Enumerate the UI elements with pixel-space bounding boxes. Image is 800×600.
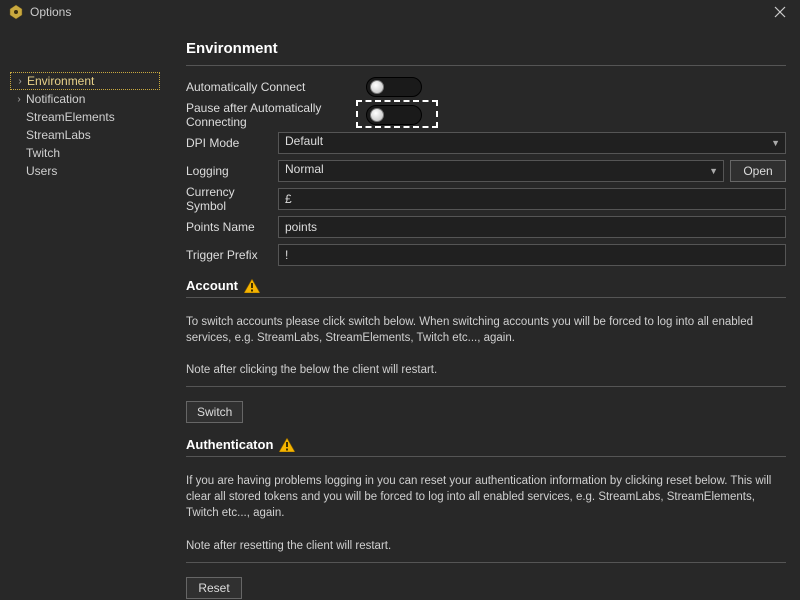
sidebar-item-label: Users (24, 164, 57, 178)
window-title: Options (30, 5, 768, 19)
points-name-label: Points Name (186, 220, 278, 234)
page-title: Environment (186, 40, 786, 57)
sidebar-item-environment[interactable]: ›Environment (10, 72, 160, 90)
chevron-right-icon: › (15, 76, 25, 87)
divider (186, 65, 786, 66)
sidebar-item-label: Environment (25, 74, 94, 88)
dpi-mode-label: DPI Mode (186, 136, 278, 150)
auto-connect-label: Automatically Connect (186, 80, 366, 94)
sidebar-item-users[interactable]: ›Users (10, 162, 160, 180)
reset-auth-button[interactable]: Reset (186, 577, 242, 599)
logging-select[interactable]: Normal (278, 160, 724, 182)
sidebar: ›Environment›Notification›StreamElements… (0, 24, 170, 600)
sidebar-item-label: StreamElements (24, 110, 115, 124)
warning-icon (244, 279, 260, 293)
switch-account-button[interactable]: Switch (186, 401, 243, 423)
trigger-prefix-input[interactable] (278, 244, 786, 266)
trigger-prefix-label: Trigger Prefix (186, 248, 278, 262)
currency-input[interactable] (278, 188, 786, 210)
sidebar-item-streamelements[interactable]: ›StreamElements (10, 108, 160, 126)
sidebar-item-label: Twitch (24, 146, 60, 160)
account-text-1: To switch accounts please click switch b… (186, 314, 786, 346)
account-text-2: Note after clicking the below the client… (186, 362, 786, 378)
open-logs-button[interactable]: Open (730, 160, 786, 182)
auth-text-1: If you are having problems logging in yo… (186, 473, 786, 521)
pause-after-toggle[interactable] (366, 105, 422, 125)
logging-label: Logging (186, 164, 278, 178)
sidebar-item-streamlabs[interactable]: ›StreamLabs (10, 126, 160, 144)
close-button[interactable] (768, 0, 792, 24)
divider (186, 386, 786, 387)
points-name-input[interactable] (278, 216, 786, 238)
auto-connect-toggle[interactable] (366, 77, 422, 97)
currency-label: Currency Symbol (186, 185, 278, 213)
dpi-mode-select[interactable]: Default (278, 132, 786, 154)
chevron-right-icon: › (14, 94, 24, 105)
divider (186, 562, 786, 563)
auth-text-2: Note after resetting the client will res… (186, 538, 786, 554)
sidebar-item-label: StreamLabs (24, 128, 91, 142)
warning-icon (279, 438, 295, 452)
pause-after-label: Pause after Automatically Connecting (186, 101, 366, 129)
divider (186, 297, 786, 298)
divider (186, 456, 786, 457)
sidebar-item-notification[interactable]: ›Notification (10, 90, 160, 108)
sidebar-item-label: Notification (24, 92, 85, 106)
authentication-heading: Authenticaton (186, 437, 273, 452)
account-heading: Account (186, 278, 238, 293)
app-icon (8, 4, 24, 20)
sidebar-item-twitch[interactable]: ›Twitch (10, 144, 160, 162)
